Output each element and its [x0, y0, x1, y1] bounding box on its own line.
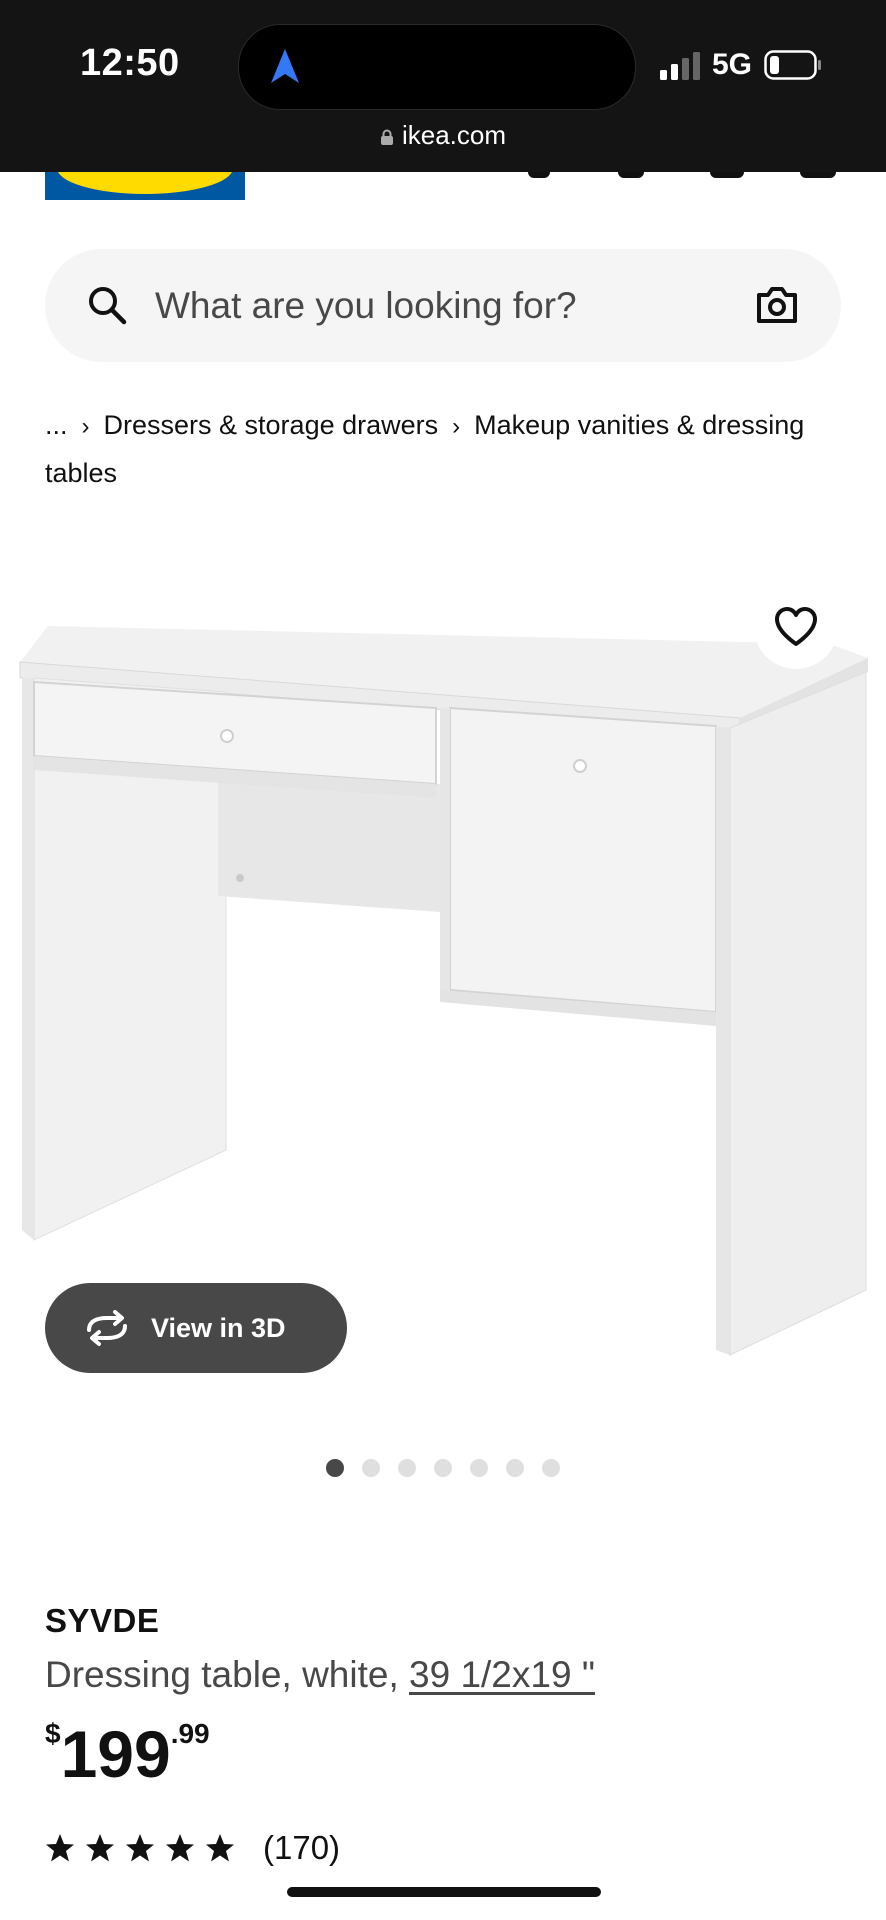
star-icon: [86, 1834, 114, 1862]
product-name: SYVDE: [45, 1602, 160, 1639]
chevron-right-icon: ›: [452, 413, 461, 440]
product-size-link[interactable]: 39 1/2x19 ": [409, 1654, 595, 1695]
carousel-dot[interactable]: [470, 1459, 488, 1477]
ikea-logo[interactable]: [45, 172, 245, 200]
status-time: 12:50: [80, 42, 180, 84]
price-cents: .99: [170, 1718, 210, 1749]
star-icon: [126, 1834, 154, 1862]
status-bar: 12:50 5G ikea.com: [0, 0, 886, 172]
carousel-dot[interactable]: [542, 1459, 560, 1477]
carousel-dot[interactable]: [398, 1459, 416, 1477]
chevron-right-icon: ›: [81, 413, 90, 440]
carousel-indicator: [326, 1459, 560, 1477]
carousel-dot[interactable]: [506, 1459, 524, 1477]
navigation-arrow-icon: [271, 49, 299, 83]
product-price: $199.99: [45, 1716, 210, 1792]
rotate-3d-icon: [87, 1310, 127, 1346]
product-description: Dressing table, white, 39 1/2x19 ": [45, 1654, 595, 1696]
breadcrumb-ellipsis[interactable]: ...: [45, 410, 68, 440]
star-icon: [166, 1834, 194, 1862]
price-currency: $: [45, 1718, 61, 1749]
carousel-dot[interactable]: [362, 1459, 380, 1477]
search-icon: [89, 287, 127, 325]
view-in-3d-label: View in 3D: [151, 1312, 286, 1343]
carousel-dot[interactable]: [326, 1459, 344, 1477]
battery-icon: [764, 50, 821, 80]
lock-icon: [380, 129, 393, 145]
home-indicator[interactable]: [287, 1887, 601, 1897]
search-input[interactable]: [153, 279, 717, 333]
camera-icon[interactable]: [755, 285, 799, 325]
dynamic-island: [238, 24, 636, 110]
heart-icon: [775, 607, 817, 646]
favorite-button[interactable]: [754, 585, 838, 669]
product-rating[interactable]: (170): [45, 1829, 340, 1867]
network-type: 5G: [712, 48, 753, 81]
breadcrumb-link[interactable]: Dressers & storage drawers: [104, 410, 439, 440]
header-icon[interactable]: [800, 172, 836, 178]
url-text: ikea.com: [401, 120, 507, 150]
product-image[interactable]: [0, 580, 886, 1400]
header-icon[interactable]: [528, 172, 550, 178]
signal-icon: [660, 52, 700, 80]
view-in-3d-button[interactable]: View in 3D: [45, 1283, 347, 1373]
review-count: (170): [263, 1829, 341, 1866]
price-dollars: 199: [60, 1717, 171, 1791]
search-bar[interactable]: [45, 249, 841, 362]
header-icon[interactable]: [618, 172, 644, 178]
header-icon[interactable]: [710, 172, 744, 178]
breadcrumb: ... › Dressers & storage drawers › Makeup va…: [45, 402, 845, 497]
star-icon: [206, 1834, 234, 1862]
star-icon: [46, 1834, 74, 1862]
address-bar[interactable]: ikea.com: [0, 120, 886, 151]
carousel-dot[interactable]: [434, 1459, 452, 1477]
product-description-text: Dressing table, white,: [45, 1654, 410, 1695]
